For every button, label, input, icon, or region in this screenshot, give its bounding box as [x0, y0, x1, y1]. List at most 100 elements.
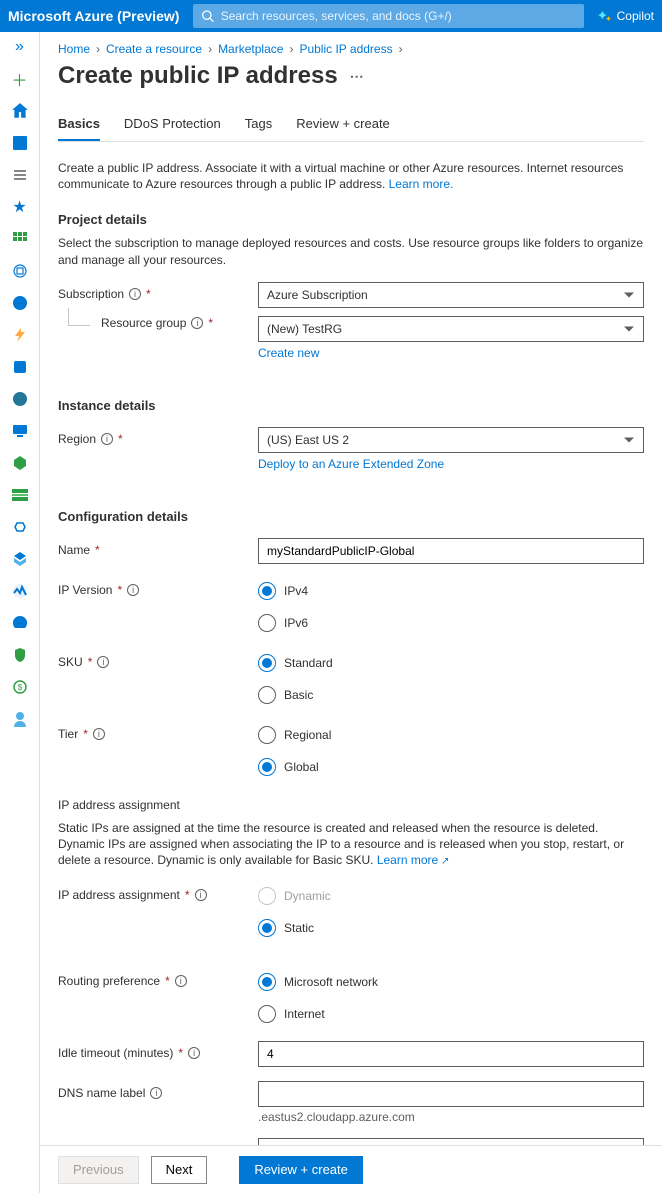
- breadcrumb: Home› Create a resource› Marketplace› Pu…: [58, 42, 644, 56]
- instance-details-head: Instance details: [58, 398, 644, 413]
- breadcrumb-create[interactable]: Create a resource: [106, 42, 202, 56]
- dns-suffix-text: .eastus2.cloudapp.azure.com: [258, 1110, 644, 1124]
- info-icon[interactable]: i: [175, 975, 187, 987]
- resource-group-label: Resource group: [101, 316, 186, 330]
- config-details-head: Configuration details: [58, 509, 644, 524]
- project-details-desc: Select the subscription to manage deploy…: [58, 235, 644, 267]
- breadcrumb-home[interactable]: Home: [58, 42, 90, 56]
- footer-bar: Previous Next Review + create: [40, 1145, 662, 1193]
- project-details-head: Project details: [58, 212, 644, 227]
- copilot-label: Copilot: [617, 9, 654, 23]
- ip-assignment-label: IP address assignment* i: [58, 883, 258, 902]
- sku-label: SKU* i: [58, 650, 258, 669]
- info-icon[interactable]: i: [93, 728, 105, 740]
- tier-global-radio[interactable]: Global: [258, 754, 644, 780]
- function-icon[interactable]: [9, 324, 31, 346]
- search-input[interactable]: [221, 9, 576, 23]
- idle-timeout-input[interactable]: [258, 1041, 644, 1067]
- name-label: Name*: [58, 538, 258, 557]
- subscription-select[interactable]: Azure Subscription: [258, 282, 644, 308]
- plus-icon[interactable]: ＋: [9, 68, 31, 90]
- security-icon[interactable]: [9, 644, 31, 666]
- search-icon: [201, 9, 214, 23]
- tier-regional-radio[interactable]: Regional: [258, 722, 644, 748]
- name-input[interactable]: [258, 538, 644, 564]
- ipv4-radio[interactable]: IPv4: [258, 578, 644, 604]
- previous-button: Previous: [58, 1156, 139, 1184]
- ip-assignment-head: IP address assignment: [58, 798, 644, 812]
- tabs: Basics DDoS Protection Tags Review + cre…: [58, 116, 644, 142]
- idle-timeout-label: Idle timeout (minutes)* i: [58, 1041, 258, 1060]
- help-icon[interactable]: [9, 708, 31, 730]
- routing-internet-radio[interactable]: Internet: [258, 1001, 644, 1027]
- tree-line-icon: [68, 308, 90, 326]
- routing-label: Routing preference* i: [58, 969, 258, 988]
- next-button[interactable]: Next: [151, 1156, 208, 1184]
- info-icon[interactable]: i: [150, 1087, 162, 1099]
- subscription-label: Subscription i *: [58, 282, 258, 301]
- review-create-button[interactable]: Review + create: [239, 1156, 363, 1184]
- dns-label-label: DNS name label i: [58, 1081, 258, 1100]
- tab-basics[interactable]: Basics: [58, 116, 100, 141]
- azure-logo[interactable]: Microsoft Azure (Preview): [8, 8, 179, 24]
- region-label: Region i *: [58, 427, 258, 446]
- copilot-icon: [598, 9, 612, 23]
- region-select[interactable]: (US) East US 2: [258, 427, 644, 453]
- info-icon[interactable]: i: [101, 433, 113, 445]
- cosmos-icon[interactable]: [9, 388, 31, 410]
- assign-static-radio[interactable]: Static: [258, 915, 644, 941]
- globe-icon[interactable]: [9, 292, 31, 314]
- cube-icon[interactable]: [9, 260, 31, 282]
- extended-zone-link[interactable]: Deploy to an Azure Extended Zone: [258, 457, 444, 471]
- info-icon[interactable]: i: [127, 584, 139, 596]
- left-rail: » ＋ ★: [0, 32, 40, 1193]
- svg-text:$: $: [17, 683, 22, 692]
- apps-icon[interactable]: [9, 228, 31, 250]
- create-new-link[interactable]: Create new: [258, 346, 319, 360]
- rail-expand-icon[interactable]: »: [9, 36, 31, 58]
- info-icon[interactable]: i: [188, 1047, 200, 1059]
- vm-icon[interactable]: [9, 420, 31, 442]
- cost-icon[interactable]: $: [9, 676, 31, 698]
- page-title: Create public IP address: [58, 62, 338, 90]
- sql-icon[interactable]: [9, 356, 31, 378]
- breadcrumb-public-ip[interactable]: Public IP address: [299, 42, 392, 56]
- ipv6-radio[interactable]: IPv6: [258, 610, 644, 636]
- global-search[interactable]: [193, 4, 583, 28]
- info-icon[interactable]: i: [97, 656, 109, 668]
- info-icon[interactable]: i: [191, 317, 203, 329]
- routing-microsoft-radio[interactable]: Microsoft network: [258, 969, 644, 995]
- tab-ddos[interactable]: DDoS Protection: [124, 116, 221, 141]
- ip-assignment-desc: Static IPs are assigned at the time the …: [58, 820, 644, 869]
- tab-tags[interactable]: Tags: [245, 116, 272, 141]
- learn-more-link[interactable]: Learn more.: [389, 177, 454, 191]
- loadbalancer-icon[interactable]: [9, 452, 31, 474]
- info-icon[interactable]: i: [129, 288, 141, 300]
- ad-icon[interactable]: [9, 548, 31, 570]
- tier-label: Tier* i: [58, 722, 258, 741]
- storage-icon[interactable]: [9, 484, 31, 506]
- copilot-button[interactable]: Copilot: [598, 9, 654, 23]
- dashboard-icon[interactable]: [9, 132, 31, 154]
- monitor-icon[interactable]: [9, 580, 31, 602]
- ip-version-label: IP Version* i: [58, 578, 258, 597]
- assign-dynamic-radio: Dynamic: [258, 883, 644, 909]
- home-icon[interactable]: [9, 100, 31, 122]
- dns-label-input[interactable]: [258, 1081, 644, 1107]
- page-title-row: Create public IP address ⋯: [58, 62, 644, 90]
- resource-group-select[interactable]: (New) TestRG: [258, 316, 644, 342]
- info-icon[interactable]: i: [195, 889, 207, 901]
- intro-text: Create a public IP address. Associate it…: [58, 160, 644, 192]
- more-icon[interactable]: ⋯: [350, 68, 365, 85]
- advisor-icon[interactable]: [9, 612, 31, 634]
- tab-review[interactable]: Review + create: [296, 116, 390, 141]
- list-icon[interactable]: [9, 164, 31, 186]
- main-content: Home› Create a resource› Marketplace› Pu…: [40, 32, 662, 1193]
- learn-more-assign-link[interactable]: Learn more: [377, 852, 450, 869]
- star-icon[interactable]: ★: [9, 196, 31, 218]
- sku-basic-radio[interactable]: Basic: [258, 682, 644, 708]
- breadcrumb-marketplace[interactable]: Marketplace: [218, 42, 283, 56]
- network-icon[interactable]: [9, 516, 31, 538]
- sku-standard-radio[interactable]: Standard: [258, 650, 644, 676]
- top-bar: Microsoft Azure (Preview) Copilot: [0, 0, 662, 32]
